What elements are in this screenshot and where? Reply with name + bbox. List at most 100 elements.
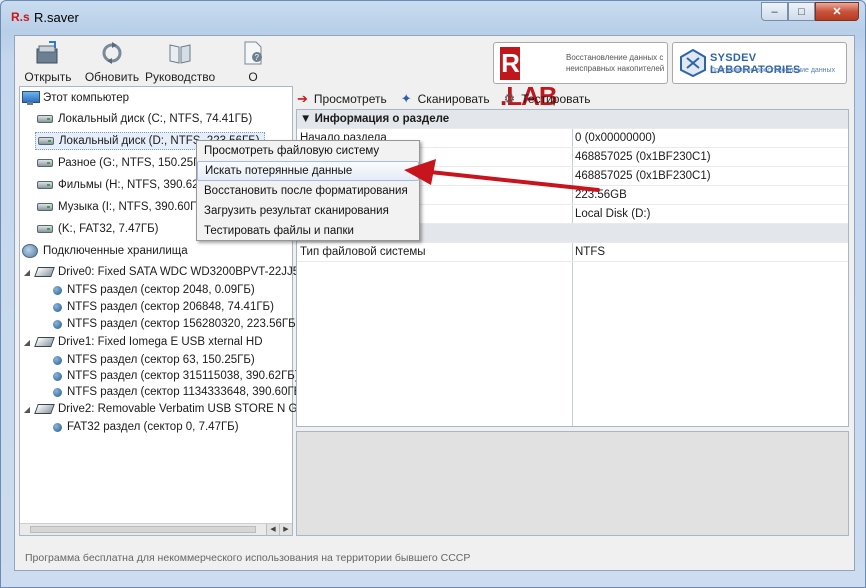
scrollbar-thumb[interactable] [30, 526, 256, 533]
tree-item-label: (K:, FAT32, 7.47ГБ) [58, 223, 159, 235]
storage-icon [22, 244, 38, 258]
open-label: Открыть [24, 70, 72, 84]
hdd-icon [34, 337, 55, 347]
tree-item-partition[interactable]: NTFS раздел (сектор 156280320, 223.56ГБ) [53, 315, 300, 333]
property-row[interactable]: Тип файловой системы NTFS [297, 243, 848, 262]
partition-icon [53, 387, 62, 397]
tree-item-storage[interactable]: Подключенные хранилища [22, 242, 188, 260]
disk-icon [37, 159, 53, 167]
view-action-label: Просмотреть [313, 92, 387, 106]
menu-item-search-lost-data[interactable]: Искать потерянные данные [197, 161, 419, 181]
minimize-button[interactable]: – [761, 2, 788, 21]
partition-icon [53, 319, 62, 329]
test-action[interactable]: ⚙ Тестировать [504, 91, 591, 107]
scan-icon: ✦ [400, 91, 412, 106]
tree-item-drive2[interactable]: ◢ Drive2: Removable Verbatim USB STORE N… [22, 400, 306, 418]
section-header-label: ▼ Информация о разделе [300, 113, 450, 125]
refresh-label: Обновить [84, 70, 140, 84]
book-icon [167, 40, 193, 66]
manual-label: Руководство [145, 70, 216, 84]
property-value: Local Disk (D:) [575, 208, 651, 220]
maximize-button[interactable]: □ [788, 2, 815, 21]
tree-item-label: Drive1: Fixed Iomega E USB xternal HD [58, 336, 263, 348]
tree-item-label: NTFS раздел (сектор 1134333648, 390.60ГБ… [67, 386, 306, 398]
tree-item-drive-k[interactable]: (K:, FAT32, 7.47ГБ) [37, 220, 159, 238]
scan-action-label: Сканировать [417, 92, 490, 106]
disk-icon [37, 203, 53, 211]
tree-item-computer[interactable]: Этот компьютер [22, 89, 129, 107]
tree-item-label: Drive2: Removable Verbatim USB STORE N G… [58, 403, 307, 415]
tree-item-drive1[interactable]: ◢ Drive1: Fixed Iomega E USB xternal HD [22, 333, 263, 351]
property-value: 468857025 (0x1BF230C1) [575, 170, 711, 182]
help-document-icon: ? [240, 40, 266, 66]
tree-item-drive-c[interactable]: Локальный диск (C:, NTFS, 74.41ГБ) [37, 110, 252, 128]
tree-item-label: Подключенные хранилища [43, 245, 188, 257]
open-folder-icon [35, 40, 61, 66]
description-pane [296, 431, 849, 536]
collapse-icon[interactable]: ◢ [22, 405, 32, 414]
tree-item-label: NTFS раздел (сектор 63, 150.25ГБ) [67, 354, 255, 366]
menu-item-browse-filesystem[interactable]: Просмотреть файловую систему [197, 141, 419, 161]
hdd-icon [34, 267, 55, 277]
refresh-button[interactable]: Обновить [84, 40, 140, 84]
scroll-right-icon[interactable]: ▶ [279, 524, 292, 535]
tree-item-label: Локальный диск (C:, NTFS, 74.41ГБ) [58, 113, 253, 125]
sysdev-logo[interactable]: SYSDEV LABORATORIES Программное восстано… [672, 42, 847, 84]
section-title: Информация о разделе [314, 113, 450, 125]
rlab-logo-text: Восстановление данных с неисправных нако… [566, 53, 665, 73]
rlab-logo[interactable]: R.LAB Восстановление данных с неисправны… [493, 42, 668, 111]
title-bar[interactable]: R.s R.saver – □ ✕ [1, 1, 865, 33]
context-menu: Просмотреть файловую систему Искать поте… [196, 140, 420, 241]
app-icon: R.s [11, 10, 30, 24]
menu-item-recover-after-format[interactable]: Восстановить после форматирования [197, 181, 419, 201]
svg-text:?: ? [255, 53, 260, 62]
collapse-icon[interactable]: ◢ [22, 268, 32, 277]
partition-icon [53, 302, 62, 312]
partition-icon [53, 355, 62, 365]
scroll-left-icon[interactable]: ◀ [266, 524, 279, 535]
sysdev-logo-sub: Программное восстановление данных [710, 67, 836, 74]
tree-item-partition[interactable]: NTFS раздел (сектор 2048, 0.09ГБ) [53, 281, 255, 299]
partition-icon [53, 422, 62, 432]
tree-item-partition[interactable]: FAT32 раздел (сектор 0, 7.47ГБ) [53, 418, 239, 436]
section-header-partition-info[interactable]: ▼ Информация о разделе [297, 110, 848, 129]
disk-icon [37, 115, 53, 123]
view-action[interactable]: ➔ Просмотреть [297, 91, 387, 107]
menu-item-load-scan-result[interactable]: Загрузить результат сканирования [197, 201, 419, 221]
partition-icon [53, 371, 62, 381]
tree-item-drive0[interactable]: ◢ Drive0: Fixed SATA WDC WD3200BPVT-22JJ… [22, 263, 313, 281]
tree-item-partition[interactable]: NTFS раздел (сектор 1134333648, 390.60ГБ… [53, 383, 305, 401]
tree-horizontal-scrollbar[interactable]: ◀ ▶ [20, 523, 292, 535]
property-key: Тип файловой системы [300, 246, 426, 258]
app-window: R.s R.saver – □ ✕ Открыть Обновить Руков… [0, 0, 866, 588]
open-button[interactable]: Открыть [23, 40, 73, 84]
tree-item-drive-i[interactable]: Музыка (I:, NTFS, 390.60ГБ) [37, 198, 208, 216]
tree-item-label: Фильмы (H:, NTFS, 390.62ГБ) [58, 179, 217, 191]
disk-icon [37, 225, 53, 233]
test-icon: ⚙ [503, 91, 516, 106]
tree-item-label: Разное (G:, NTFS, 150.25ГБ) [58, 157, 211, 169]
property-value: 0 (0x00000000) [575, 132, 656, 144]
tree-item-label: NTFS раздел (сектор 156280320, 223.56ГБ) [67, 318, 300, 330]
tree-item-label: Музыка (I:, NTFS, 390.60ГБ) [58, 201, 208, 213]
tree-item-drive-h[interactable]: Фильмы (H:, NTFS, 390.62ГБ) [37, 176, 216, 194]
tree-item-label: NTFS раздел (сектор 206848, 74.41ГБ) [67, 301, 274, 313]
toolbar: Открыть Обновить Руководство ? О програм… [15, 36, 854, 111]
tree-item-label: Этот компьютер [43, 92, 129, 104]
tree-item-label: NTFS раздел (сектор 315115038, 390.62ГБ) [67, 370, 299, 382]
computer-icon [22, 91, 40, 105]
close-button[interactable]: ✕ [815, 2, 859, 21]
property-value: 223.56GB [575, 189, 627, 201]
client-area: Открыть Обновить Руководство ? О програм… [14, 35, 855, 571]
collapse-icon[interactable]: ◢ [22, 338, 32, 347]
menu-item-test-files[interactable]: Тестировать файлы и папки [197, 221, 419, 241]
caption-buttons: – □ ✕ [761, 2, 859, 21]
manual-button[interactable]: Руководство [145, 40, 215, 84]
tree-item-drive-g[interactable]: Разное (G:, NTFS, 150.25ГБ) [37, 154, 211, 172]
window-title: R.saver [34, 10, 79, 25]
tree-item-partition[interactable]: NTFS раздел (сектор 206848, 74.41ГБ) [53, 298, 274, 316]
tree-item-label: Drive0: Fixed SATA WDC WD3200BPVT-22JJ5T… [58, 266, 313, 278]
scan-action[interactable]: ✦ Сканировать [401, 91, 490, 107]
action-bar: ➔ Просмотреть ✦ Сканировать ⚙ Тестироват… [297, 88, 849, 110]
property-value: NTFS [575, 246, 606, 258]
